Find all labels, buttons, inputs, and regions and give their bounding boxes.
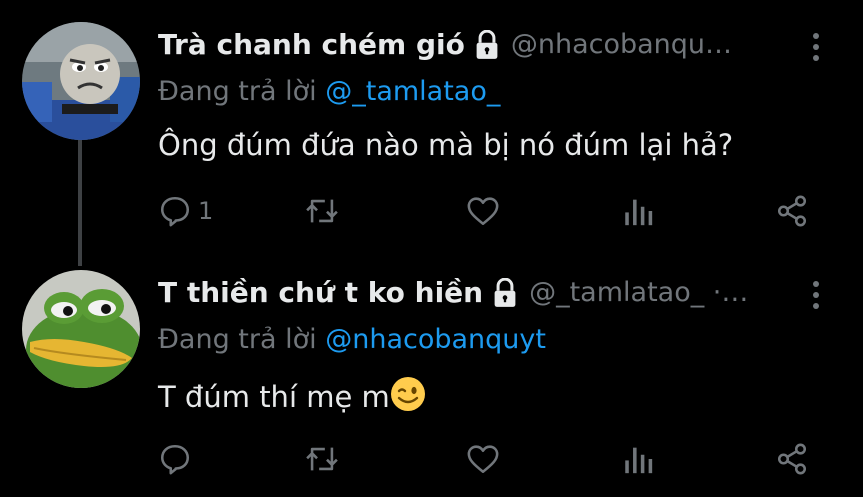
avatar[interactable] — [22, 22, 140, 140]
retweet-button[interactable] — [305, 442, 339, 476]
reply-button[interactable] — [158, 442, 198, 476]
analytics-icon — [625, 447, 653, 474]
reply-icon — [160, 196, 190, 227]
display-name[interactable]: Trà chanh chém gió — [158, 28, 465, 61]
retweet-button[interactable] — [305, 194, 339, 228]
replying-to-mention[interactable]: @nhacobanquyt — [325, 324, 546, 355]
replying-to-label: Đang trả lời — [158, 76, 317, 107]
share-icon — [777, 443, 807, 475]
tweet-text: Ông đúm đứa nào mà bị nó đúm lại hả? — [158, 128, 733, 162]
reply-icon — [160, 444, 190, 475]
retweet-icon — [306, 199, 338, 223]
heart-icon — [467, 197, 499, 226]
handle[interactable]: @_tamlatao_ ·… — [529, 277, 748, 308]
winking-face-icon — [390, 377, 425, 411]
tweet-header: Trà chanh chém gió @nhacobanqu… — [158, 28, 732, 61]
heart-icon — [467, 445, 499, 474]
analytics-icon — [625, 199, 653, 226]
reply-button[interactable]: 1 — [158, 194, 213, 228]
frog-avatar-icon — [22, 270, 140, 388]
tweet-actions — [0, 438, 863, 478]
analytics-button[interactable] — [621, 442, 655, 476]
lock-icon — [494, 277, 516, 307]
analytics-button[interactable] — [621, 194, 655, 228]
retweet-icon — [306, 447, 338, 471]
reply-count: 1 — [198, 197, 214, 225]
avatar[interactable] — [22, 270, 140, 388]
more-options-icon[interactable] — [808, 280, 824, 310]
replying-to: Đang trả lời @_tamlatao_ — [158, 76, 500, 107]
replying-to-mention[interactable]: @_tamlatao_ — [325, 76, 500, 107]
like-button[interactable] — [466, 442, 500, 476]
tweet-header: T thiền chứ t ko hiền @_tamlatao_ ·… — [158, 276, 748, 309]
handle[interactable]: @nhacobanqu… — [511, 29, 732, 60]
tweet-text: T đúm thí mẹ m — [158, 376, 426, 414]
replying-to: Đang trả lời @nhacobanquyt — [158, 324, 546, 355]
lock-icon — [476, 29, 498, 59]
share-button[interactable] — [775, 194, 809, 228]
share-button[interactable] — [775, 442, 809, 476]
tweet-text-content: Ông đúm đứa nào mà bị nó đúm lại hả? — [158, 128, 734, 162]
share-icon — [777, 195, 807, 227]
tweet-text-content: T đúm thí mẹ m — [158, 380, 390, 414]
train-face-avatar-icon — [22, 22, 140, 140]
tweet-actions: 1 — [0, 190, 863, 230]
display-name[interactable]: T thiền chứ t ko hiền — [158, 276, 483, 309]
replying-to-label: Đang trả lời — [158, 324, 317, 355]
more-options-icon[interactable] — [808, 32, 824, 62]
like-button[interactable] — [466, 194, 500, 228]
